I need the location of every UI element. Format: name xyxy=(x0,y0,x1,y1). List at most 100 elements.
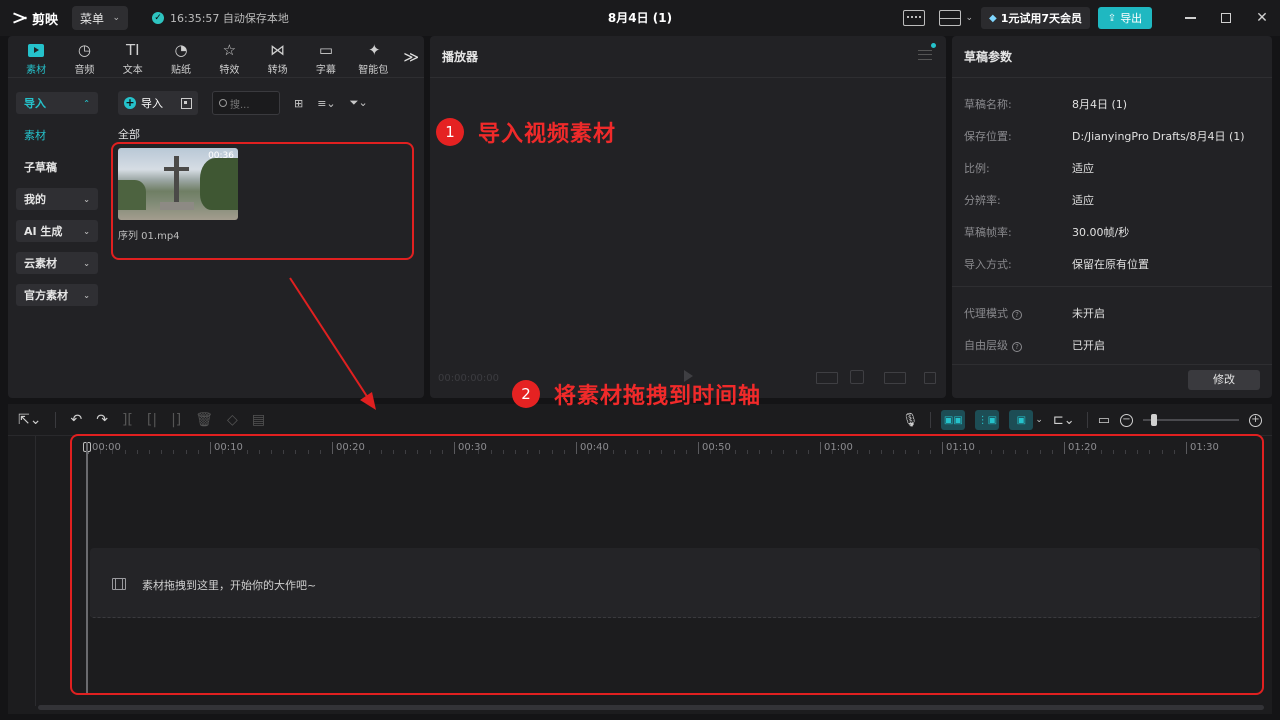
more-tabs-icon[interactable]: ≫ xyxy=(398,36,424,77)
horizontal-scrollbar[interactable] xyxy=(38,705,1264,710)
check-icon: ✓ xyxy=(152,12,165,24)
draft-value: 8月4日 (1) xyxy=(1072,98,1128,111)
smart-icon: ✦ xyxy=(367,41,381,59)
app-name: 剪映 xyxy=(32,12,59,28)
tab-effects[interactable]: ☆ 特效 xyxy=(205,36,253,77)
zoom-in-icon[interactable]: + xyxy=(1249,413,1262,427)
caption-icon: ▭ xyxy=(318,41,334,59)
sidebar-item-label: 我的 xyxy=(24,193,46,206)
close-button[interactable]: ✕ xyxy=(1244,0,1280,36)
qr-code-icon[interactable] xyxy=(181,97,192,109)
sidebar-item-label: 子草稿 xyxy=(24,161,57,174)
import-button[interactable]: + 导入 xyxy=(118,91,198,115)
chevron-down-icon: ⌄ xyxy=(83,290,90,300)
view-mode-icon[interactable]: ⊞ xyxy=(294,97,303,110)
auto-snap-icon[interactable]: ▣▣ xyxy=(941,410,966,430)
chevron-down-icon[interactable]: ⌄ xyxy=(1035,415,1043,425)
info-icon[interactable]: ? xyxy=(1012,310,1022,320)
diamond-icon: ◆ xyxy=(988,12,997,24)
minimize-button[interactable] xyxy=(1172,0,1208,36)
screenshot-icon[interactable] xyxy=(850,370,864,384)
vip-trial-button[interactable]: ◆ 1元试用7天会员 xyxy=(980,7,1090,29)
draft-key: 比例: xyxy=(964,162,990,175)
annotation-box-timeline xyxy=(70,434,1264,695)
split-icon[interactable]: ][ xyxy=(122,412,133,428)
align-icon[interactable]: ⊏⌄ xyxy=(1053,413,1075,428)
title-bar: 剪映 菜单 ⌄ ✓ 16:35:57 自动保存本地 8月4日 (1) ⌄ ◆ 1… xyxy=(0,0,1280,36)
zoom-out-icon[interactable]: − xyxy=(1120,413,1133,427)
draft-key: 草稿帧率: xyxy=(964,226,1012,239)
select-tool-icon[interactable]: ⇱⌄ xyxy=(18,412,41,428)
sidebar-item-cloud[interactable]: 云素材 ⌄ xyxy=(16,252,98,274)
tab-smart[interactable]: ✦ 智能包 xyxy=(350,36,398,77)
edit-button[interactable]: 修改 xyxy=(1188,370,1260,390)
zoom-slider-handle[interactable] xyxy=(1151,414,1157,426)
info-icon[interactable]: ? xyxy=(1012,342,1022,352)
fit-timeline-icon[interactable]: ▭ xyxy=(1098,413,1110,428)
export-button[interactable]: ⇪ 导出 xyxy=(1098,7,1152,29)
split-right-icon[interactable]: |] xyxy=(171,412,181,428)
chevron-down-icon: ⌄ xyxy=(83,258,90,268)
sticker-icon: ◔ xyxy=(174,41,188,59)
draft-row: 导入方式: 保留在原有位置 xyxy=(964,256,1149,272)
undo-icon[interactable]: ↶ xyxy=(70,412,82,428)
delete-icon[interactable]: 🗑 xyxy=(195,412,213,428)
filter-icon[interactable]: ⏷⌄ xyxy=(350,96,368,110)
draft-row: 草稿帧率: 30.00帧/秒 xyxy=(964,224,1129,240)
zoom-slider[interactable] xyxy=(1143,414,1239,426)
media-tabs: 素材 ◷ 音频 TI 文本 ◔ 贴纸 ☆ 特效 ⋈ 转场 ▭ 字幕 ✦ 智能包 xyxy=(8,36,424,78)
close-icon: ✕ xyxy=(1256,10,1268,26)
sidebar-item-ai[interactable]: AI 生成 ⌄ xyxy=(16,220,98,242)
sidebar-item-mine[interactable]: 我的 ⌄ xyxy=(16,188,98,210)
sidebar-item-label: 导入 xyxy=(24,97,46,110)
menu-button[interactable]: 菜单 ⌄ xyxy=(72,6,129,30)
sidebar-item-subdraft[interactable]: 子草稿 xyxy=(16,156,98,178)
fullscreen-icon[interactable] xyxy=(924,372,936,384)
draft-row: 保存位置: D:/JianyingPro Drafts/8月4日 (1) xyxy=(964,128,1245,144)
sort-icon[interactable]: ≡⌄ xyxy=(317,97,335,110)
tab-text[interactable]: TI 文本 xyxy=(109,36,157,77)
annotation-number: 2 xyxy=(512,380,540,408)
all-label: 全部 xyxy=(118,128,140,141)
tab-sticker[interactable]: ◔ 贴纸 xyxy=(157,36,205,77)
tab-audio[interactable]: ◷ 音频 xyxy=(60,36,108,77)
ratio-icon[interactable] xyxy=(884,372,906,384)
draft-value: 适应 xyxy=(1072,162,1094,175)
tab-caption[interactable]: ▭ 字幕 xyxy=(302,36,350,77)
preview-axis-icon[interactable]: ▣ xyxy=(1009,410,1034,430)
player-panel: 播放器 00:00:00:00 xyxy=(430,36,946,398)
sidebar-item-label: 素材 xyxy=(24,129,46,142)
draft-value: 已开启 xyxy=(1072,339,1105,352)
marker-icon[interactable]: ◇ xyxy=(227,412,238,428)
annotation-box-media xyxy=(111,142,414,260)
edit-clip-icon[interactable]: ▤ xyxy=(252,412,265,428)
search-placeholder: 搜... xyxy=(230,99,250,111)
draft-key: 代理模式 xyxy=(964,307,1008,320)
draft-value: 适应 xyxy=(1072,194,1094,207)
tab-label: 特效 xyxy=(219,65,240,76)
split-left-icon[interactable]: [| xyxy=(147,412,157,428)
effects-icon: ☆ xyxy=(222,41,237,59)
player-timecode: 00:00:00:00 xyxy=(438,373,500,384)
redo-icon[interactable]: ↷ xyxy=(96,412,108,428)
sidebar-item-material[interactable]: 素材 xyxy=(16,124,98,146)
keyboard-shortcuts-icon[interactable] xyxy=(903,10,926,26)
chevron-down-icon[interactable]: ⌄ xyxy=(965,13,973,23)
tab-media[interactable]: 素材 xyxy=(12,36,60,77)
sidebar-item-official[interactable]: 官方素材 ⌄ xyxy=(16,284,98,306)
sidebar-item-import[interactable]: 导入 ⌃ xyxy=(16,92,98,114)
tab-label: 音频 xyxy=(74,65,95,76)
layout-icon[interactable] xyxy=(939,10,962,26)
chevron-down-icon: ⌄ xyxy=(112,13,121,23)
microphone-icon[interactable]: 🎙 xyxy=(902,413,919,428)
maximize-button[interactable] xyxy=(1208,0,1244,36)
annotation-text: 将素材拖拽到时间轴 xyxy=(554,384,762,409)
draft-row: 自由层级? 已开启 xyxy=(964,337,1105,353)
search-input[interactable]: 搜... xyxy=(212,91,280,115)
linkage-icon[interactable]: ⋮▣ xyxy=(975,410,1000,430)
menu-icon[interactable] xyxy=(918,50,932,60)
aspect-ratio-icon[interactable] xyxy=(816,372,838,384)
transition-icon: ⋈ xyxy=(270,41,286,59)
text-icon: TI xyxy=(125,41,140,59)
tab-transition[interactable]: ⋈ 转场 xyxy=(253,36,301,77)
